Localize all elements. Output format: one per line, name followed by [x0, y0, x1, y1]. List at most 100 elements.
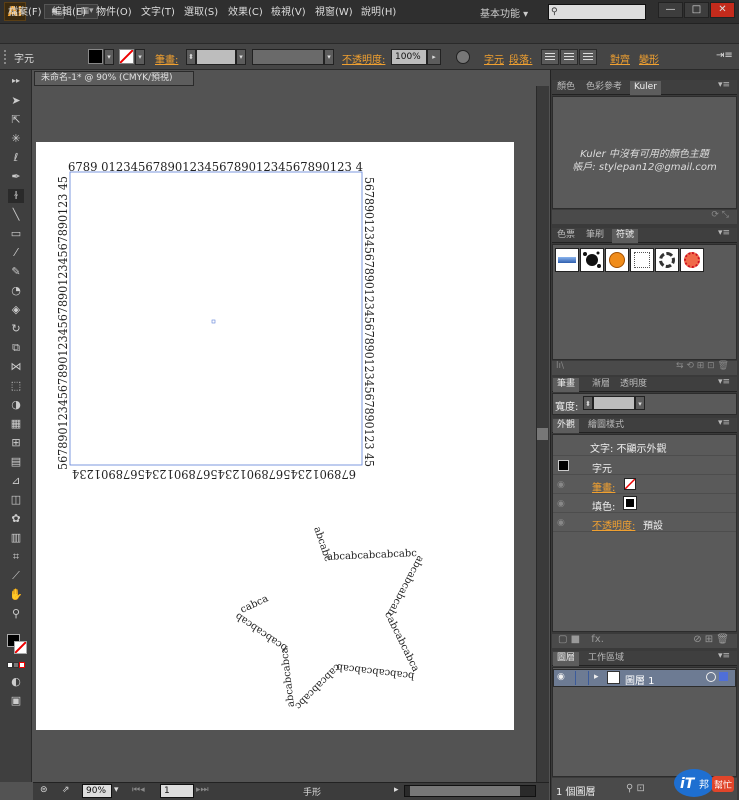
tab-brushes[interactable]: 筆刷 — [582, 229, 608, 243]
layer-name[interactable]: 圖層 1 — [625, 672, 655, 687]
menu-effect[interactable]: 效果(C) — [228, 3, 263, 18]
menu-window[interactable]: 視窗(W) — [315, 3, 353, 18]
menu-select[interactable]: 選取(S) — [184, 3, 218, 18]
layer-lock-toggle[interactable] — [575, 671, 589, 685]
column-graph-tool-icon[interactable]: ▥ — [8, 531, 24, 545]
variable-width-profile[interactable] — [252, 49, 324, 65]
stroke-width-dropdown[interactable]: ▾ — [635, 396, 645, 410]
eraser-tool-icon[interactable]: ◈ — [8, 303, 24, 317]
zoom-dropdown-icon[interactable]: ▾ — [114, 785, 119, 795]
vertical-scroll-thumb[interactable] — [537, 428, 548, 440]
direct-selection-tool-icon[interactable]: ⇱ — [8, 113, 24, 127]
recolor-artwork-icon[interactable] — [456, 50, 470, 64]
layer-expand-icon[interactable]: ▸ — [594, 672, 599, 682]
control-panel-menu-icon[interactable]: ⇥≡ — [716, 50, 733, 61]
eyedropper-tool-icon[interactable]: ⊿ — [8, 474, 24, 488]
tab-gradient[interactable]: 漸層 — [588, 378, 614, 392]
symbol-dotted-frame[interactable] — [630, 248, 654, 272]
appearance-row-fill[interactable] — [553, 494, 736, 513]
layers-footer-icons[interactable]: ⚲ ⊡ — [626, 783, 645, 794]
add-effect-icon[interactable]: fx. — [591, 634, 604, 645]
symbol-flower[interactable] — [680, 248, 704, 272]
symbol-sprayer-tool-icon[interactable]: ✿ — [8, 512, 24, 526]
layer-selection-indicator[interactable] — [719, 672, 728, 681]
symbols-footer-icons[interactable]: ⇆ ⟲ ⊞ ⊡ 🗑 — [676, 361, 729, 371]
panel-menu-icon[interactable]: ▾≡ — [718, 228, 730, 238]
align-link[interactable]: 對齊 — [610, 51, 630, 66]
align-right-button[interactable] — [579, 49, 597, 65]
close-button[interactable]: ✕ — [710, 2, 735, 18]
fill-dropdown[interactable]: ▾ — [104, 49, 114, 65]
tab-symbols[interactable]: 符號 — [612, 229, 639, 243]
tab-layers[interactable]: 圖層 — [553, 652, 580, 666]
visibility-eye-icon[interactable]: ◉ — [557, 518, 567, 528]
panel-menu-icon[interactable]: ▾≡ — [718, 651, 730, 661]
opacity-dropdown[interactable]: ▸ — [427, 49, 441, 65]
stroke-color-icon[interactable] — [14, 641, 27, 654]
tools-collapse-icon[interactable]: ▸▸ — [8, 74, 24, 88]
line-segment-tool-icon[interactable]: ╲ — [8, 208, 24, 222]
refresh-icon[interactable]: ⟳ — [711, 210, 719, 220]
tab-swatches[interactable]: 色票 — [553, 229, 579, 243]
lasso-tool-icon[interactable]: ℓ — [8, 151, 24, 165]
width-tool-icon[interactable]: ⋈ — [8, 360, 24, 374]
minimize-button[interactable]: — — [658, 2, 683, 18]
opacity-input[interactable]: 100% — [391, 49, 427, 65]
first-artboard-icon[interactable]: ⏮◂ — [132, 785, 145, 795]
drawing-mode-icon[interactable]: ◐ — [8, 675, 24, 689]
expand-icon[interactable]: ⤡ — [722, 210, 729, 220]
control-bar-grip[interactable] — [4, 50, 7, 64]
tab-artboards[interactable]: 工作區域 — [584, 652, 628, 666]
appearance-opacity-label[interactable]: 不透明度: — [592, 517, 635, 532]
blend-tool-icon[interactable]: ◫ — [8, 493, 24, 507]
panel-menu-icon[interactable]: ▾≡ — [718, 80, 730, 90]
visibility-eye-icon[interactable]: ◉ — [557, 499, 567, 509]
gradient-tool-icon[interactable]: ▤ — [8, 455, 24, 469]
align-center-button[interactable] — [560, 49, 578, 65]
layer-target-icon[interactable] — [706, 672, 716, 682]
workspace-switcher[interactable]: 基本功能 ▾ — [480, 5, 528, 20]
color-mode-icons[interactable] — [7, 660, 27, 668]
stroke-width-input[interactable] — [593, 396, 635, 410]
symbol-blue-bar[interactable] — [555, 248, 579, 272]
stroke-weight-dropdown[interactable]: ▾ — [236, 49, 246, 65]
pen-tool-icon[interactable]: ✒ — [8, 170, 24, 184]
appearance-stroke-swatch[interactable] — [624, 478, 636, 490]
next-artboard-icon[interactable]: ▸⏭ — [196, 785, 209, 795]
rotate-tool-icon[interactable]: ↻ — [8, 322, 24, 336]
type-on-path-tool-icon[interactable]: ɫ — [8, 189, 24, 203]
opacity-label[interactable]: 不透明度: — [342, 51, 385, 66]
stroke-dropdown[interactable]: ▾ — [135, 49, 145, 65]
add-fill-icon[interactable]: ■ — [571, 634, 580, 645]
transform-link[interactable]: 變形 — [639, 51, 659, 66]
free-transform-tool-icon[interactable]: ⬚ — [8, 379, 24, 393]
panel-menu-icon[interactable]: ▾≡ — [718, 377, 730, 387]
menu-edit[interactable]: 編輯(E) — [52, 3, 86, 18]
zoom-tool-icon[interactable]: ⚲ — [8, 607, 24, 621]
paragraph-link[interactable]: 段落: — [509, 51, 532, 66]
perspective-grid-tool-icon[interactable]: ▦ — [8, 417, 24, 431]
profile-dropdown[interactable]: ▾ — [324, 49, 334, 65]
paintbrush-tool-icon[interactable]: ⁄ — [8, 246, 24, 260]
stroke-weight-stepper[interactable]: ⬍ — [186, 49, 196, 65]
panel-menu-icon[interactable]: ▾≡ — [718, 418, 730, 428]
tab-graphic-styles[interactable]: 繪圖樣式 — [584, 419, 628, 433]
screen-mode-icon[interactable]: ▣ — [8, 694, 24, 708]
symbol-libraries-icon[interactable]: lı\ — [556, 361, 564, 371]
character-link[interactable]: 字元 — [484, 51, 504, 66]
tab-stroke[interactable]: 筆畫 — [553, 378, 580, 392]
tab-color[interactable]: 顏色 — [553, 81, 579, 95]
stroke-weight-input[interactable] — [196, 49, 236, 65]
document-tab[interactable]: 未命名-1* @ 90% (CMYK/預視) — [34, 71, 194, 86]
shape-builder-tool-icon[interactable]: ◑ — [8, 398, 24, 412]
rectangle-tool-icon[interactable]: ▭ — [8, 227, 24, 241]
tab-kuler[interactable]: Kuler — [630, 81, 661, 95]
pencil-tool-icon[interactable]: ✎ — [8, 265, 24, 279]
appearance-row-stroke[interactable] — [553, 475, 736, 494]
tab-appearance[interactable]: 外觀 — [553, 419, 580, 433]
zoom-level-input[interactable]: 90% — [82, 784, 112, 798]
slice-tool-icon[interactable]: ⟋ — [8, 569, 24, 583]
appearance-footer-icons[interactable]: ⊘ ⊞ 🗑 — [693, 634, 729, 645]
appearance-row-character[interactable] — [553, 456, 736, 475]
fill-swatch[interactable] — [88, 49, 103, 64]
